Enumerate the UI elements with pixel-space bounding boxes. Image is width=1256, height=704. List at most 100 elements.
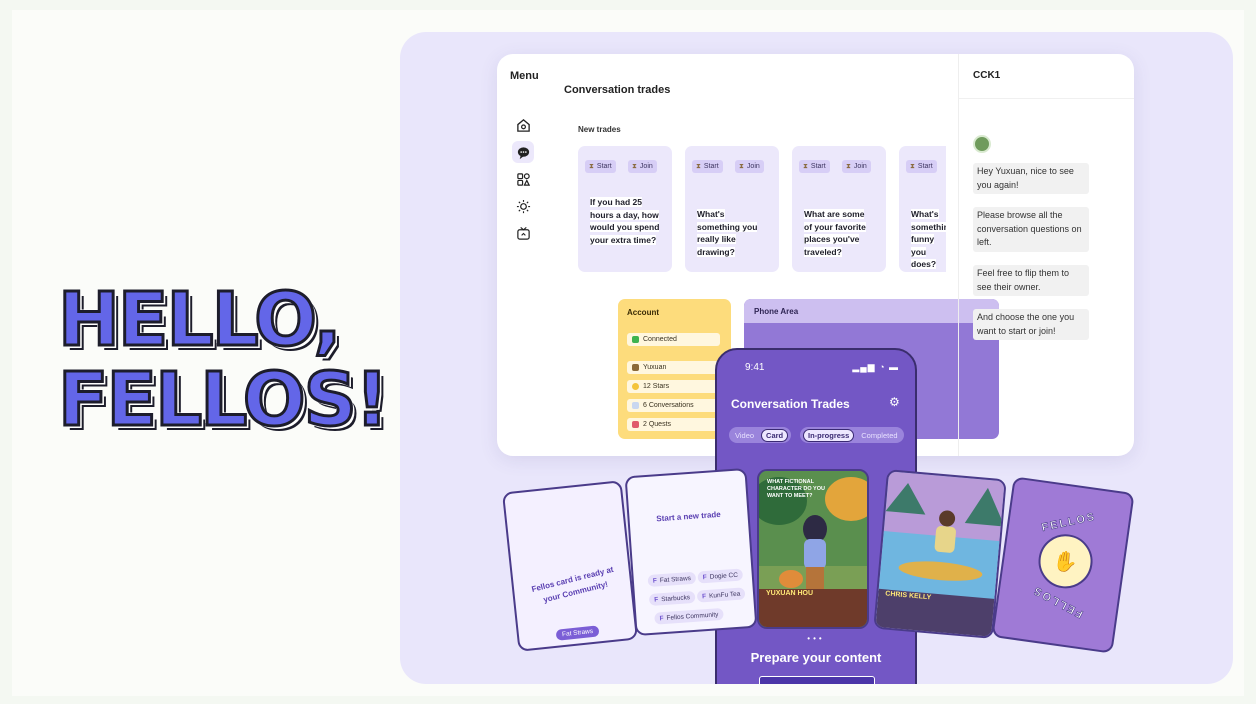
hourglass-icon: ⧗ [846, 162, 851, 170]
community-name: Dogie CC [709, 571, 739, 581]
start-button[interactable]: ⧗ Start [799, 160, 830, 173]
chat-message: Feel free to flip them to see their owne… [973, 265, 1089, 296]
community-name: Fellos Community [666, 610, 719, 622]
phone-area-title: Phone Area [754, 307, 799, 316]
join-label: Join [853, 163, 867, 170]
home-icon[interactable] [512, 114, 534, 136]
community-pill[interactable]: F KunFu Tea [696, 587, 746, 603]
status-icons: ▂▄▆ ◔ ▬ [852, 362, 899, 372]
community-pill[interactable]: F Fat Straws [647, 571, 697, 588]
tab-card[interactable]: Card [761, 428, 789, 442]
hero-line-2: FELLOS! [57, 357, 391, 443]
card-back[interactable]: FELLOS ✋ FELLOS [991, 476, 1135, 654]
avatar [973, 135, 991, 153]
join-button[interactable]: ⧗ Join [628, 160, 657, 173]
sun-icon[interactable] [512, 195, 534, 217]
community-pill[interactable]: F Fellos Community [654, 607, 724, 625]
check-icon [632, 336, 639, 343]
chat-message: Please browse all the conversation quest… [973, 207, 1089, 252]
connected-label: Connected [643, 336, 677, 343]
start-label: Start [703, 163, 719, 170]
trade-question-text: If you had 25 hours a day, how would you… [590, 197, 660, 245]
card-new-trade[interactable]: Start a new trade F Fat Straws F Dogie CC … [624, 467, 758, 637]
tab-video[interactable]: Video [732, 431, 757, 440]
tv-icon[interactable] [512, 222, 534, 244]
chat-title: CCK1 [973, 70, 1001, 81]
community-pill[interactable]: F Dogie CC [697, 568, 744, 584]
star-icon [632, 383, 639, 390]
hourglass-icon: ⧗ [632, 162, 637, 170]
tab-completed[interactable]: Completed [858, 431, 900, 440]
connected-status: Connected [627, 333, 720, 346]
trade-question: If you had 25 hours a day, how would you… [590, 196, 660, 246]
user-name-row: Yuxuan [627, 361, 720, 374]
user-name: Yuxuan [643, 364, 667, 371]
showcase-stage: Menu Conversation trades New trades ⧗ St… [400, 32, 1233, 684]
ticket-icon [632, 421, 639, 428]
sidebar: Menu [497, 54, 551, 456]
hero-line-1: HELLO, [57, 277, 344, 363]
card-question: WHAT FICTIONAL CHARACTER DO YOU WANT TO … [767, 479, 825, 499]
fellos-icon: F [659, 614, 664, 622]
trade-card[interactable]: ⧗ Start ⧗ Join What's something you really… [685, 146, 779, 272]
fellos-icon: F [653, 595, 659, 604]
join-button[interactable]: ⧗ Join [735, 160, 764, 173]
hourglass-icon: ⧗ [589, 162, 594, 170]
fellos-icon: F [702, 573, 708, 581]
hourglass-icon: ⧗ [696, 162, 701, 170]
card-ready-text: Fellos card is ready at your Community! [530, 564, 615, 605]
quests-label: 2 Quests [643, 421, 672, 428]
tab-in-progress[interactable]: In-progress [803, 428, 855, 442]
chat-message: Hey Yuxuan, nice to see you again! [973, 163, 1089, 194]
trade-card[interactable]: ⧗Start What's something funny you does? [899, 146, 946, 272]
chat-panel: CCK1 Hey Yuxuan, nice to see you again! … [958, 54, 1134, 456]
conversations-label: 6 Conversations [643, 402, 694, 409]
chat-icon[interactable] [512, 141, 534, 163]
start-label: Start [810, 163, 826, 170]
hero-title: HELLO, FELLOS! [57, 277, 391, 443]
account-title: Account [627, 308, 659, 317]
status-toggle[interactable]: In-progress Completed [800, 427, 904, 443]
pagination-dots[interactable]: ••• [717, 634, 915, 643]
trade-card[interactable]: ⧗ Start ⧗ Join If you had 25 hours a day, … [578, 146, 672, 272]
trade-question: What are some of your favorite places yo… [804, 208, 874, 258]
community-badge: Fat Straws [555, 625, 600, 641]
start-button[interactable]: ⧗ Start [692, 160, 723, 173]
card-owner-name: YUXUAN HOU [766, 590, 814, 597]
illustration-surf [875, 471, 1007, 639]
shapes-icon[interactable] [512, 168, 534, 190]
start-button[interactable]: ⧗ Start [585, 160, 616, 173]
new-trade-title: Start a new trade [656, 509, 721, 524]
start-label: Start [917, 163, 933, 170]
start-button[interactable]: ⧗ Start [906, 160, 937, 173]
new-trades-label: New trades [578, 125, 621, 134]
prepare-button[interactable] [759, 676, 875, 684]
community-name: Fat Straws [659, 574, 692, 584]
chat-message: And choose the one you want to start or … [973, 309, 1089, 340]
hourglass-icon: ⧗ [739, 162, 744, 170]
join-button[interactable]: ⧗ Join [842, 160, 871, 173]
fellos-icon: F [701, 592, 707, 600]
community-name: KunFu Tea [708, 590, 741, 600]
trade-question-text: What's something funny you does? [911, 209, 946, 269]
community-pill[interactable]: F Starbucks [648, 590, 696, 607]
trade-question-text: What's something you really like drawing… [697, 209, 758, 257]
trade-card[interactable]: ⧗ Start ⧗ Join What are some of your favor… [792, 146, 886, 272]
media-toggle[interactable]: Video Card [729, 427, 792, 443]
menu-title: Menu [510, 70, 539, 82]
prepare-content-title: Prepare your content [750, 650, 882, 665]
hourglass-icon: ⧗ [910, 162, 915, 170]
card-surfer-art[interactable]: CHRIS KELLY [873, 469, 1007, 639]
stars-row: 12 Stars [627, 380, 720, 393]
settings-icon[interactable]: ⚙ [889, 395, 903, 409]
trade-question: What's something you really like drawing… [697, 208, 767, 258]
page-title: Conversation trades [564, 84, 671, 96]
stars-label: 12 Stars [643, 383, 670, 390]
quests-row: 2 Quests [627, 418, 720, 431]
card-ready[interactable]: Fellos card is ready at your Community! … [501, 480, 639, 652]
trades-list: ⧗ Start ⧗ Join If you had 25 hours a day, … [578, 146, 946, 274]
speech-icon [632, 402, 639, 409]
hourglass-icon: ⧗ [803, 162, 808, 170]
card-character-art[interactable]: WHAT FICTIONAL CHARACTER DO YOU WANT TO … [757, 469, 869, 629]
phone-title: Conversation Trades [731, 397, 850, 411]
